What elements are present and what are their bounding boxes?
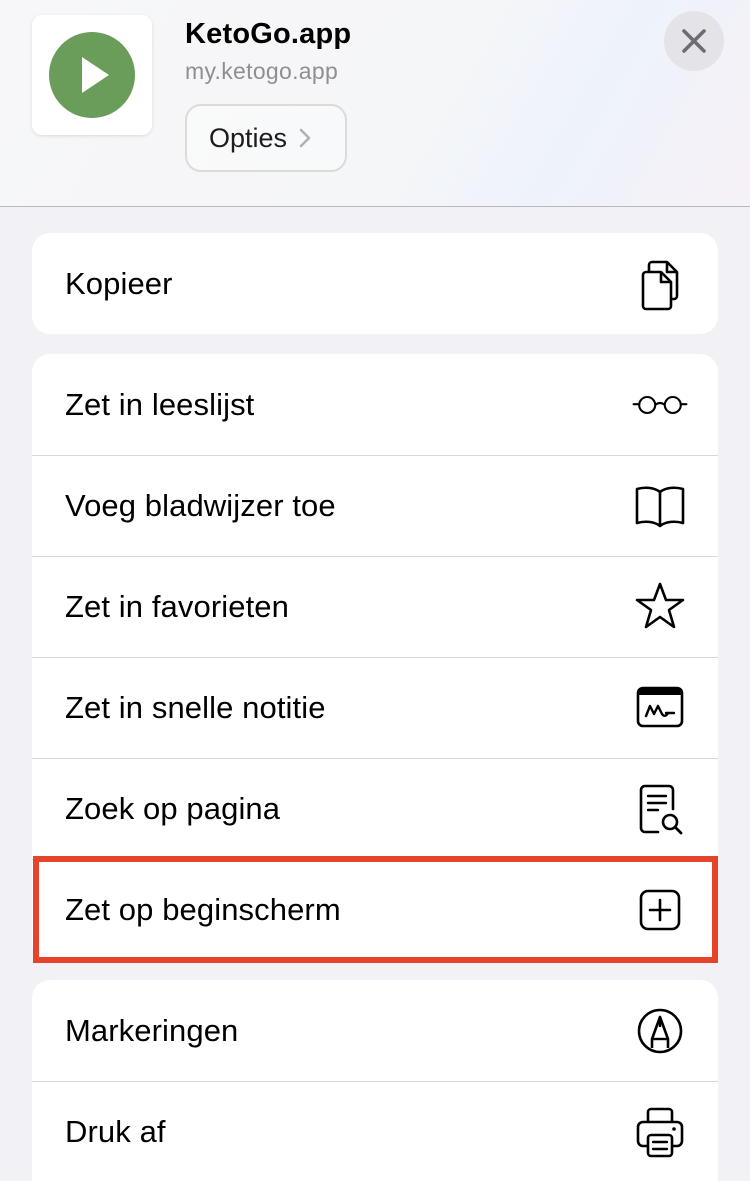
find-on-page-icon xyxy=(632,781,688,837)
app-url: my.ketogo.app xyxy=(185,58,339,84)
action-label: Zet in favorieten xyxy=(65,589,289,624)
chevron-right-icon xyxy=(299,128,311,148)
share-sheet-header: KetoGo.app my.ketogo.app Opties xyxy=(0,0,750,207)
printer-icon xyxy=(632,1104,688,1160)
action-copy[interactable]: Kopieer xyxy=(32,233,718,334)
app-icon xyxy=(32,15,152,135)
action-add-favorite[interactable]: Zet in favorieten xyxy=(32,556,718,657)
glasses-icon xyxy=(632,377,688,433)
action-find-on-page[interactable]: Zoek op pagina xyxy=(32,758,718,859)
add-square-icon xyxy=(632,882,688,938)
options-button[interactable]: Opties xyxy=(185,104,347,172)
action-label: Kopieer xyxy=(65,265,173,301)
book-icon xyxy=(632,478,688,534)
action-label: Markeringen xyxy=(65,1012,239,1048)
action-label: Zet op beginscherm xyxy=(65,892,341,927)
action-quick-note[interactable]: Zet in snelle notitie xyxy=(32,657,718,758)
star-icon xyxy=(632,579,688,635)
markup-icon xyxy=(632,1003,688,1059)
action-print[interactable]: Druk af xyxy=(32,1081,718,1181)
action-label: Voeg bladwijzer toe xyxy=(65,488,336,523)
action-markup[interactable]: Markeringen xyxy=(32,980,718,1081)
quick-note-icon xyxy=(632,680,688,736)
action-add-to-home-screen[interactable]: Zet op beginscherm xyxy=(32,859,718,960)
options-button-label: Opties xyxy=(209,122,288,153)
close-button[interactable] xyxy=(664,11,724,71)
action-label: Zet in leeslijst xyxy=(65,386,255,422)
action-label: Zet in snelle notitie xyxy=(65,690,326,725)
action-group-copy: Kopieer xyxy=(32,233,718,334)
action-label: Druk af xyxy=(65,1114,166,1149)
app-title: KetoGo.app xyxy=(185,18,352,50)
play-icon xyxy=(49,32,135,118)
action-group-tools: Markeringen Druk af xyxy=(32,980,718,1181)
action-group-page: Zet in leeslijst Voeg bladwijzer toe Zet… xyxy=(32,354,718,960)
copy-icon xyxy=(632,256,688,312)
action-add-bookmark[interactable]: Voeg bladwijzer toe xyxy=(32,455,718,556)
action-reading-list[interactable]: Zet in leeslijst xyxy=(32,354,718,455)
close-icon xyxy=(682,29,706,53)
action-label: Zoek op pagina xyxy=(65,791,281,826)
